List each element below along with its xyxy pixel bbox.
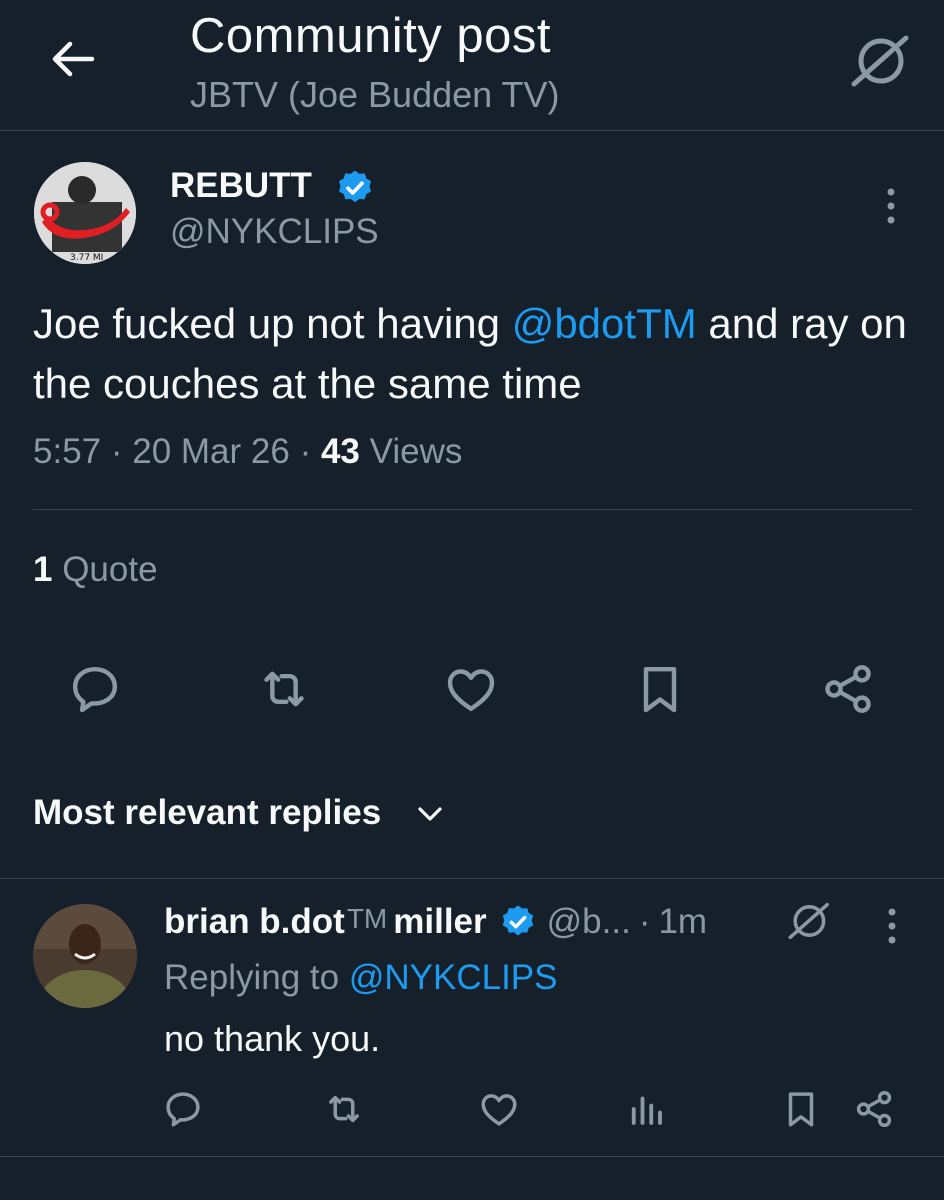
- share-button[interactable]: [820, 661, 876, 717]
- post-time: 5:57: [33, 432, 102, 471]
- mention-link[interactable]: @bdotTM: [512, 300, 697, 347]
- reply-header: brian b.dot TM miller @b... · 1m: [164, 902, 707, 942]
- verified-badge-icon: [502, 905, 533, 936]
- like-icon: [481, 1094, 517, 1126]
- meta-separator: ·: [110, 432, 123, 471]
- meta-separator: ·: [299, 432, 312, 471]
- reply-text: no thank you.: [164, 1018, 381, 1059]
- back-button[interactable]: [48, 34, 98, 84]
- replying-to: Replying to @NYKCLIPS: [164, 958, 557, 998]
- reply-author-avatar[interactable]: [33, 904, 137, 1008]
- meta-separator: ·: [638, 902, 651, 941]
- more-vertical-icon: [888, 908, 896, 944]
- reply-icon: [166, 1092, 200, 1127]
- author-handle[interactable]: @NYKCLIPS: [170, 212, 379, 252]
- avatar-image: [33, 904, 137, 1008]
- reply-views-button[interactable]: [625, 1088, 667, 1130]
- reply-author-name-suffix[interactable]: miller: [393, 902, 486, 942]
- bookmark-button[interactable]: [632, 661, 688, 717]
- grok-button[interactable]: [848, 34, 910, 88]
- post-date: 20 Mar 26: [132, 432, 290, 471]
- post-text: Joe fucked up not having @bdotTM and ray…: [33, 294, 913, 414]
- quote-count: 1: [33, 550, 53, 589]
- reply-author-handle[interactable]: @b...: [547, 902, 631, 942]
- quote-label: Quote: [62, 550, 158, 589]
- trademark-mark: TM: [346, 903, 388, 934]
- views-icon: [631, 1096, 662, 1125]
- verified-badge-icon: [335, 168, 375, 208]
- reply-like-button[interactable]: [478, 1088, 520, 1130]
- author-avatar[interactable]: 3.77 MI: [34, 162, 136, 264]
- header-divider: [0, 130, 944, 131]
- bookmark-icon: [788, 1092, 814, 1127]
- reply-share-button[interactable]: [853, 1088, 895, 1130]
- reply-button[interactable]: [67, 661, 123, 717]
- repost-icon: [264, 671, 304, 707]
- page-title: Community post: [190, 9, 552, 63]
- arrow-left-icon: [52, 41, 95, 77]
- bookmark-icon: [643, 666, 677, 713]
- repost-icon: [329, 1095, 359, 1123]
- replying-prefix: Replying to: [164, 958, 349, 997]
- reply-timestamp: 1m: [658, 902, 708, 941]
- replies-sort-dropdown[interactable]: Most relevant replies: [33, 793, 381, 833]
- post-metadata: 5:57 · 20 Mar 26 · 43 Views: [33, 432, 462, 472]
- avatar-caption: 3.77 MI: [70, 253, 103, 263]
- grok-icon: [851, 35, 909, 87]
- views-count: 43: [320, 432, 360, 471]
- reply-reply-button[interactable]: [162, 1088, 204, 1130]
- views-label: Views: [369, 432, 463, 471]
- meta-divider: [33, 509, 913, 510]
- chevron-down-icon[interactable]: [414, 798, 446, 830]
- grok-button[interactable]: [786, 900, 830, 942]
- more-options-button[interactable]: [876, 186, 906, 226]
- reply-more-options-button[interactable]: [880, 906, 904, 946]
- grok-icon: [788, 902, 829, 940]
- repost-button[interactable]: [256, 661, 312, 717]
- replies-divider: [0, 878, 944, 879]
- reply-repost-button[interactable]: [323, 1088, 365, 1130]
- share-icon: [856, 1090, 892, 1128]
- post-text-start: Joe fucked up not having: [33, 300, 512, 347]
- more-vertical-icon: [887, 188, 895, 224]
- quotes-link[interactable]: 1 Quote: [33, 550, 158, 590]
- like-icon: [447, 669, 495, 712]
- like-button[interactable]: [443, 661, 499, 717]
- replying-to-link[interactable]: @NYKCLIPS: [349, 958, 558, 997]
- reply-bookmark-button[interactable]: [780, 1088, 822, 1130]
- author-name[interactable]: REBUTT: [170, 166, 312, 206]
- reply-divider: [0, 1156, 944, 1157]
- reply-author-name[interactable]: brian b.dot: [164, 902, 345, 942]
- avatar-image: 3.77 MI: [34, 162, 136, 264]
- reply-icon: [72, 666, 118, 713]
- share-icon: [825, 665, 871, 713]
- community-name: JBTV (Joe Budden TV): [190, 74, 560, 115]
